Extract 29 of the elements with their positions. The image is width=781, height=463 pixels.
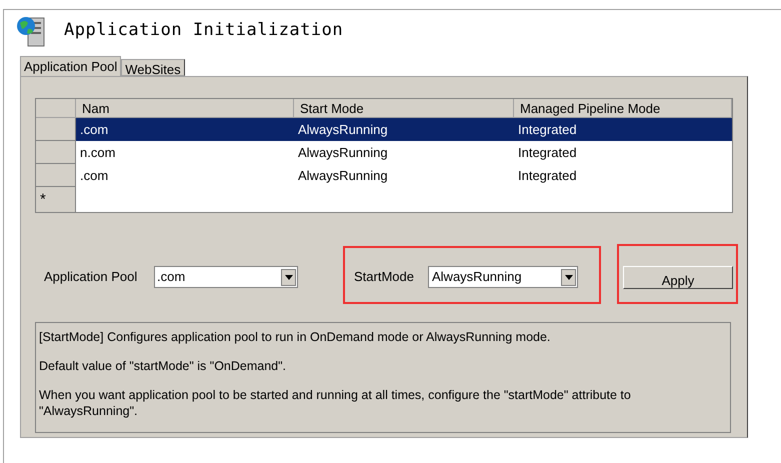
globe-server-icon [16,14,46,48]
window-title: Application Initialization [64,19,344,42]
column-header[interactable]: Nam [76,99,294,117]
apply-button[interactable]: Apply [623,266,733,288]
field-label: Application Pool [44,268,138,286]
row-header[interactable] [36,141,76,164]
table-cell-text: AlwaysRunning [297,144,389,162]
description-text: When you want application pool to be started and running at all times, configure the "startMode" attribute to "AlwaysRunning". [39,387,632,419]
description-text: Default value of "startMode" is "OnDemand". [39,358,288,374]
field-label: StartMode [354,268,415,286]
table-cell-text: AlwaysRunning [297,167,389,185]
description-text: [StartMode] Configures application pool to run in OnDemand mode or AlwaysRunning mode. [39,329,552,345]
table-cell-text: Integrated [517,167,578,185]
new-row-marker[interactable]: * [36,187,76,212]
table-row[interactable]: .com AlwaysRunning Integrated [36,118,732,141]
tab[interactable]: WebSites [121,59,185,76]
table-cell-text: AlwaysRunning [297,121,389,139]
table-cell-text: .com [79,167,110,185]
row-header[interactable] [36,164,76,187]
row-header[interactable] [36,118,76,141]
table-cell-text: n.com [79,144,116,162]
start-mode-dropdown[interactable]: AlwaysRunning [428,266,578,288]
table-cell-text: .com [79,121,110,139]
table-cell-text: Integrated [517,144,578,162]
column-header[interactable]: Managed Pipeline Mode [514,99,732,117]
pool-dropdown[interactable]: .com [154,266,298,288]
column-header[interactable]: Start Mode [294,99,514,117]
table-cell-text: Integrated [517,121,578,139]
tab[interactable]: Application Pool [20,56,122,76]
